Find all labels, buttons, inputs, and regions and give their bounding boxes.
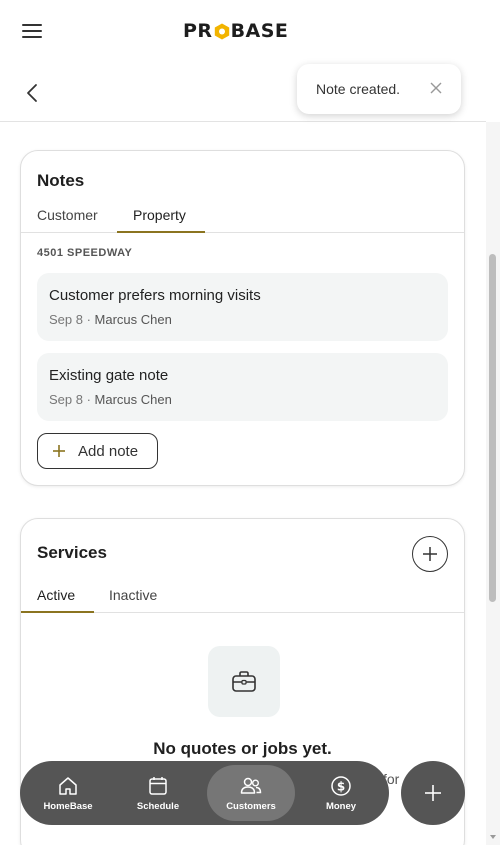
plus-icon xyxy=(53,445,65,457)
tab-customer[interactable]: Customer xyxy=(37,199,109,233)
scrollbar-thumb[interactable] xyxy=(489,254,496,602)
notes-title: Notes xyxy=(37,171,85,190)
add-note-label: Add note xyxy=(78,442,139,460)
calendar-icon xyxy=(149,776,167,795)
logo-text-left: PR xyxy=(183,20,213,42)
add-service-button[interactable] xyxy=(412,536,448,572)
note-meta: Sep 8 · Marcus Chen xyxy=(49,312,172,327)
note-author: Marcus Chen xyxy=(94,392,172,407)
plus-icon xyxy=(423,547,437,561)
note-date: Sep 8 xyxy=(49,392,83,407)
note-author: Marcus Chen xyxy=(94,312,172,327)
add-fab-button[interactable] xyxy=(401,761,465,825)
probase-logo[interactable]: PR BASE xyxy=(183,20,288,42)
empty-state-title: No quotes or jobs yet. xyxy=(153,739,332,758)
nav-money[interactable]: $ Money xyxy=(297,761,385,825)
scroll-down-icon[interactable] xyxy=(490,835,496,839)
note-meta: Sep 8 · Marcus Chen xyxy=(49,392,172,407)
toast-notification: Note created. xyxy=(297,64,461,114)
nav-customers[interactable]: Customers xyxy=(207,765,295,821)
close-icon[interactable] xyxy=(429,81,443,95)
logo-hex-icon xyxy=(214,23,229,39)
tab-inactive[interactable]: Inactive xyxy=(109,579,179,613)
tab-active[interactable]: Active xyxy=(21,579,94,613)
note-text: Existing gate note xyxy=(49,367,169,384)
users-icon xyxy=(240,777,262,794)
plus-icon xyxy=(425,785,441,801)
nav-label: Money xyxy=(325,800,357,812)
notes-card: Notes Customer Property 4501 SPEEDWAY Cu… xyxy=(20,150,465,486)
dollar-icon: $ xyxy=(331,775,351,796)
top-header: PR BASE xyxy=(0,0,486,62)
note-item[interactable]: Existing gate note Sep 8 · Marcus Chen xyxy=(37,353,448,421)
nav-label: Customers xyxy=(226,800,276,812)
nav-label: Schedule xyxy=(136,800,180,812)
tab-property[interactable]: Property xyxy=(117,199,205,233)
toast-message: Note created. xyxy=(316,81,401,97)
svg-text:$: $ xyxy=(337,779,345,793)
briefcase-icon xyxy=(208,646,280,717)
add-note-button[interactable]: Add note xyxy=(37,433,158,469)
home-icon xyxy=(59,776,77,795)
nav-label: HomeBase xyxy=(43,800,93,812)
note-date: Sep 8 xyxy=(49,312,83,327)
bottom-navigation: HomeBase Schedule Customers $ Money xyxy=(20,761,389,825)
logo-text-right: BASE xyxy=(230,20,289,42)
property-address-label: 4501 SPEEDWAY xyxy=(37,247,133,259)
nav-homebase[interactable]: HomeBase xyxy=(24,761,112,825)
menu-icon[interactable] xyxy=(22,24,42,40)
services-tabs: Active Inactive xyxy=(21,579,464,613)
services-title: Services xyxy=(37,543,107,562)
nav-schedule[interactable]: Schedule xyxy=(114,761,202,825)
back-arrow-icon[interactable] xyxy=(24,82,42,104)
notes-tabs: Customer Property xyxy=(21,199,464,233)
note-item[interactable]: Customer prefers morning visits Sep 8 · … xyxy=(37,273,448,341)
note-text: Customer prefers morning visits xyxy=(49,287,261,304)
